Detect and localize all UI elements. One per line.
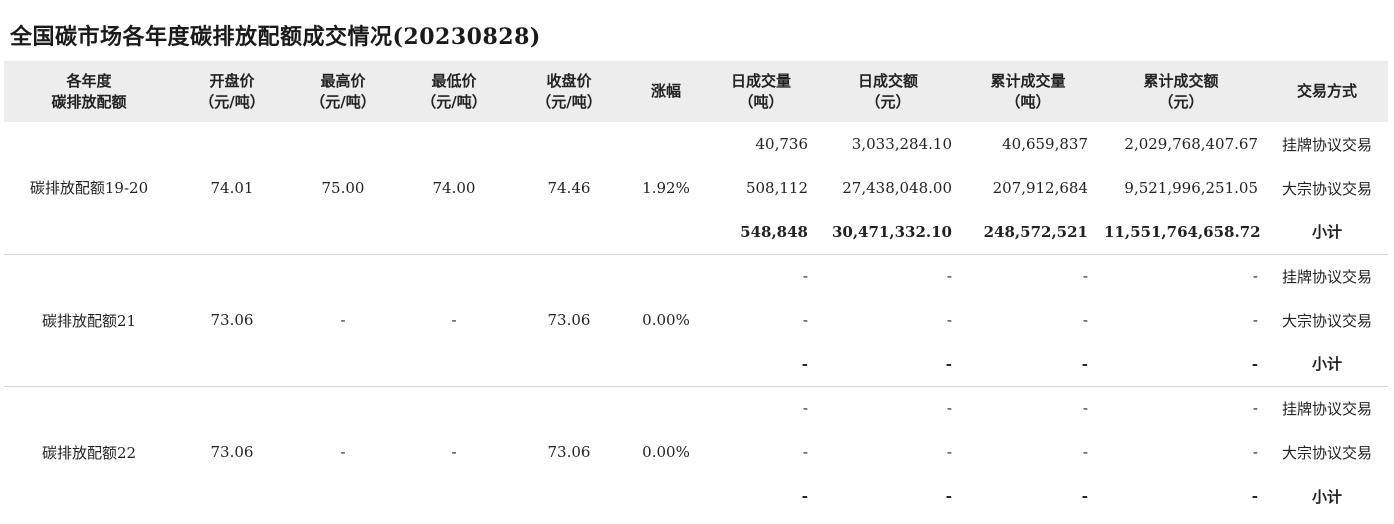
- cumulative-amount: -: [1251, 354, 1258, 373]
- cumulative-volume: 40,659,837: [1002, 135, 1088, 153]
- header-trade-mode: 交易方式: [1296, 82, 1357, 100]
- daily-amount: -: [945, 487, 952, 505]
- allowance-group-19-20: 碳排放配额19-20 74.01 75.00 74.00 74.46 1.92%…: [4, 122, 1388, 254]
- close-price: 74.46: [547, 178, 591, 197]
- allowance-name: 碳排放配额22: [4, 385, 174, 518]
- trade-mode: 挂牌协议交易: [1281, 135, 1372, 154]
- daily-amount: 27,438,048.00: [842, 179, 952, 197]
- header-row: 各年度 碳排放配额 开盘价 （元/吨） 最高价 （元/吨） 最低价 （元/吨） 收盘价（…: [4, 61, 1388, 122]
- close-price: 73.06: [512, 253, 626, 386]
- daily-amount: -: [946, 311, 952, 329]
- cumulative-amount: 11,551,764,658.72: [1104, 222, 1261, 241]
- trade-mode: 小计: [1311, 223, 1342, 242]
- daily-volume: -: [802, 311, 808, 329]
- cumulative-volume: 248,572,521: [983, 222, 1088, 241]
- cumulative-volume: 207,912,684: [992, 179, 1088, 197]
- header-cumulative-volume: 累计成交量 （吨）: [990, 71, 1066, 111]
- daily-volume: 508,112: [745, 179, 808, 197]
- cumulative-amount: 9,521,996,251.05: [1124, 179, 1258, 197]
- daily-amount: -: [816, 253, 960, 298]
- allowance-name: 碳排放配额19-20: [29, 179, 149, 198]
- cumulative-volume: -: [960, 385, 1096, 430]
- cumulative-volume: -: [960, 253, 1096, 298]
- trade-mode: 小计: [1311, 355, 1342, 374]
- trade-mode: 大宗协议交易: [1281, 443, 1372, 462]
- high-price: -: [290, 253, 396, 386]
- header-cumulative-amount: 累计成交额 （元）: [1143, 71, 1219, 111]
- table-row: 碳排放配额21 73.06 - - 73.06 0.00% - - - - 挂牌…: [4, 253, 1388, 386]
- daily-amount: -: [946, 443, 952, 461]
- trade-mode: 小计: [1311, 487, 1342, 506]
- daily-volume: 40,736: [755, 135, 809, 153]
- header-open-price: 开盘价 （元/吨）: [199, 71, 265, 111]
- trade-mode: 挂牌协议交易: [1266, 253, 1388, 298]
- header-low-price: 最低价 （元/吨）: [421, 71, 487, 111]
- trade-mode: 大宗协议交易: [1281, 311, 1372, 330]
- price-change: 0.00%: [626, 253, 706, 386]
- page-title: 全国碳市场各年度碳排放配额成交情况(20230828): [10, 24, 541, 50]
- header-daily-amount: 日成交额 （元）: [857, 71, 918, 111]
- cumulative-amount: 2,029,768,407.67: [1124, 135, 1258, 153]
- daily-amount: -: [945, 354, 952, 373]
- trade-mode: 挂牌协议交易: [1266, 385, 1388, 430]
- low-price: 74.00: [432, 178, 476, 197]
- carbon-allowance-table: 各年度 碳排放配额 开盘价 （元/吨） 最高价 （元/吨） 最低价 （元/吨） 收盘价（…: [4, 61, 1388, 518]
- open-price: 73.06: [174, 385, 290, 518]
- daily-volume: -: [801, 487, 808, 505]
- allowance-group-21: 碳排放配额21 73.06 - - 73.06 0.00% - - - - 挂牌…: [4, 253, 1388, 386]
- open-price: 73.06: [174, 253, 290, 386]
- header-daily-volume: 日成交量 （吨）: [730, 71, 791, 111]
- table-row: 碳排放配额22 73.06 - - 73.06 0.00% - - - - 挂牌…: [4, 385, 1388, 518]
- cumulative-volume: -: [1081, 487, 1088, 505]
- allowance-group-22: 碳排放配额22 73.06 - - 73.06 0.00% - - - - 挂牌…: [4, 385, 1388, 518]
- cumulative-amount: -: [1096, 385, 1266, 430]
- cumulative-volume: -: [1081, 354, 1088, 373]
- trade-mode: 大宗协议交易: [1281, 179, 1372, 198]
- daily-amount: -: [816, 385, 960, 430]
- high-price: -: [290, 385, 396, 518]
- low-price: -: [396, 253, 512, 386]
- high-price: 75.00: [321, 178, 365, 197]
- daily-volume: -: [801, 354, 808, 373]
- header-change: 涨幅: [650, 82, 681, 100]
- low-price: -: [396, 385, 512, 518]
- allowance-name: 碳排放配额21: [4, 253, 174, 386]
- daily-amount: 3,033,284.10: [851, 135, 952, 153]
- cumulative-amount: -: [1252, 443, 1258, 461]
- cumulative-amount: -: [1096, 253, 1266, 298]
- header-close-price: 收盘价 （元/吨）: [536, 71, 602, 111]
- price-change: 0.00%: [626, 385, 706, 518]
- cumulative-volume: -: [1082, 443, 1088, 461]
- daily-volume: -: [706, 253, 816, 298]
- daily-volume: -: [802, 443, 808, 461]
- daily-volume: 548,848: [740, 222, 808, 241]
- open-price: 74.01: [210, 178, 254, 197]
- header-high-price: 最高价 （元/吨）: [310, 71, 376, 111]
- cumulative-volume: -: [1082, 311, 1088, 329]
- header-allowance-year: 各年度 碳排放配额: [51, 71, 127, 111]
- price-change: 1.92%: [642, 178, 690, 197]
- table-row: 碳排放配额19-20 74.01 75.00 74.00 74.46 1.92%…: [4, 122, 1388, 197]
- table-header: 各年度 碳排放配额 开盘价 （元/吨） 最高价 （元/吨） 最低价 （元/吨） 收盘价（…: [4, 61, 1388, 122]
- close-price: 73.06: [512, 385, 626, 518]
- cumulative-amount: -: [1252, 311, 1258, 329]
- daily-amount: 30,471,332.10: [831, 222, 952, 241]
- cumulative-amount: -: [1251, 487, 1258, 505]
- daily-volume: -: [706, 385, 816, 430]
